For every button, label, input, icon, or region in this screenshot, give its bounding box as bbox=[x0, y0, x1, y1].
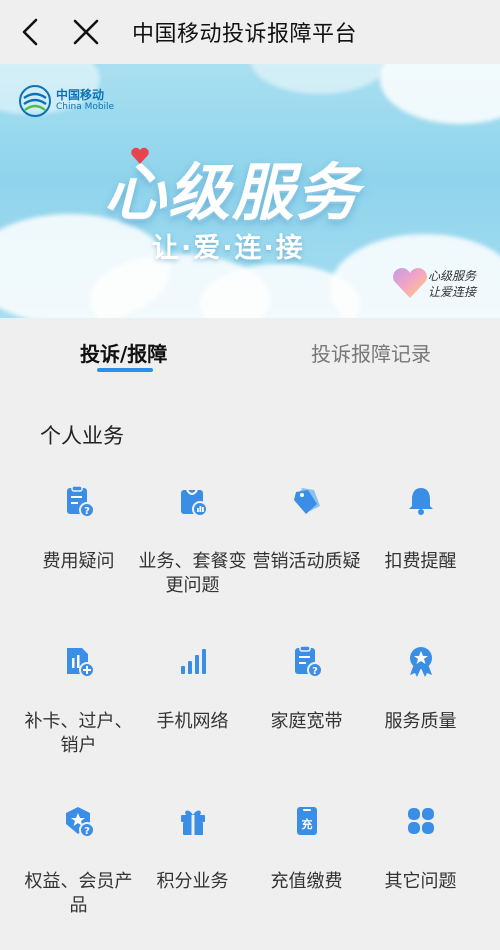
svg-text:充: 充 bbox=[302, 817, 313, 831]
service-label: 费用疑问 bbox=[42, 551, 115, 572]
service-label: 服务质量 bbox=[384, 711, 457, 732]
service-item-sim-card[interactable]: 补卡、过户、销户 bbox=[16, 630, 141, 790]
service-item-other[interactable]: 其它问题 bbox=[358, 790, 483, 950]
back-arrow-icon[interactable] bbox=[14, 14, 50, 50]
tab-bar: 投诉/报障 投诉报障记录 bbox=[0, 318, 500, 388]
member-question-icon: ? bbox=[66, 807, 95, 838]
service-label: 补卡、过户、销户 bbox=[24, 711, 133, 756]
tab-complaint[interactable]: 投诉/报障 bbox=[80, 338, 167, 367]
promo-banner[interactable]: 中国移动 China Mobile 心级服务 让·爱·连·接 心级服务 让爱连接 bbox=[0, 64, 500, 318]
sim-card-add-icon bbox=[67, 648, 95, 678]
top-bar: 中国移动投诉报障平台 bbox=[0, 0, 500, 64]
service-label: 业务、套餐变更问题 bbox=[138, 551, 247, 596]
heart-icon bbox=[131, 147, 149, 164]
badge-text: 心级服务 让爱连接 bbox=[428, 268, 476, 300]
broadband-question-icon: ? bbox=[295, 645, 323, 678]
service-label: 手机网络 bbox=[156, 711, 229, 732]
tab-complaint-records[interactable]: 投诉报障记录 bbox=[311, 338, 431, 367]
service-label: 权益、会员产品 bbox=[24, 871, 133, 916]
active-tab-indicator bbox=[97, 368, 153, 372]
recharge-icon: 充 bbox=[297, 807, 317, 835]
service-item-service-quality[interactable]: 服务质量 bbox=[358, 630, 483, 790]
logo-text-cn: 中国移动 bbox=[56, 88, 105, 103]
award-icon bbox=[410, 647, 432, 677]
bell-icon bbox=[409, 488, 433, 515]
page-title: 中国移动投诉报障平台 bbox=[132, 22, 358, 47]
badge-line-1: 心级服务 bbox=[428, 269, 477, 283]
svg-text:?: ? bbox=[312, 666, 318, 677]
service-item-marketing[interactable]: 营销活动质疑 bbox=[244, 470, 369, 630]
svg-text:?: ? bbox=[84, 506, 90, 517]
logo-text-en: China Mobile bbox=[56, 101, 115, 112]
gift-icon bbox=[181, 810, 205, 835]
banner-subline: 让·爱·连·接 bbox=[152, 233, 305, 264]
china-mobile-logo-icon bbox=[19, 85, 51, 117]
service-label: 扣费提醒 bbox=[384, 551, 457, 572]
heart-badge-icon bbox=[393, 268, 427, 298]
signal-bars-icon bbox=[181, 649, 206, 674]
service-item-package-change[interactable]: 业务、套餐变更问题 bbox=[130, 470, 255, 630]
service-item-home-broadband[interactable]: ? 家庭宽带 bbox=[244, 630, 369, 790]
service-label: 营销活动质疑 bbox=[252, 551, 361, 572]
service-label: 积分业务 bbox=[156, 871, 229, 892]
svg-text:?: ? bbox=[84, 826, 90, 837]
service-item-deduction-reminder[interactable]: 扣费提醒 bbox=[358, 470, 483, 630]
package-change-icon bbox=[181, 489, 208, 517]
tags-icon bbox=[294, 488, 320, 514]
service-item-fee-question[interactable]: ? 费用疑问 bbox=[16, 470, 141, 630]
service-label: 其它问题 bbox=[384, 871, 457, 892]
service-item-recharge[interactable]: 充 充值缴费 bbox=[244, 790, 369, 950]
china-mobile-logo: 中国移动 China Mobile bbox=[18, 84, 114, 118]
badge-line-2: 让爱连接 bbox=[428, 285, 477, 300]
bill-question-icon: ? bbox=[67, 485, 95, 518]
close-icon[interactable] bbox=[68, 14, 104, 50]
four-leaf-icon bbox=[408, 808, 434, 834]
service-item-member-benefits[interactable]: ? 权益、会员产品 bbox=[16, 790, 141, 950]
service-item-mobile-network[interactable]: 手机网络 bbox=[130, 630, 255, 790]
section-title: 个人业务 bbox=[40, 424, 124, 448]
service-label: 家庭宽带 bbox=[270, 711, 343, 732]
service-label: 充值缴费 bbox=[270, 871, 343, 892]
service-item-points[interactable]: 积分业务 bbox=[130, 790, 255, 950]
